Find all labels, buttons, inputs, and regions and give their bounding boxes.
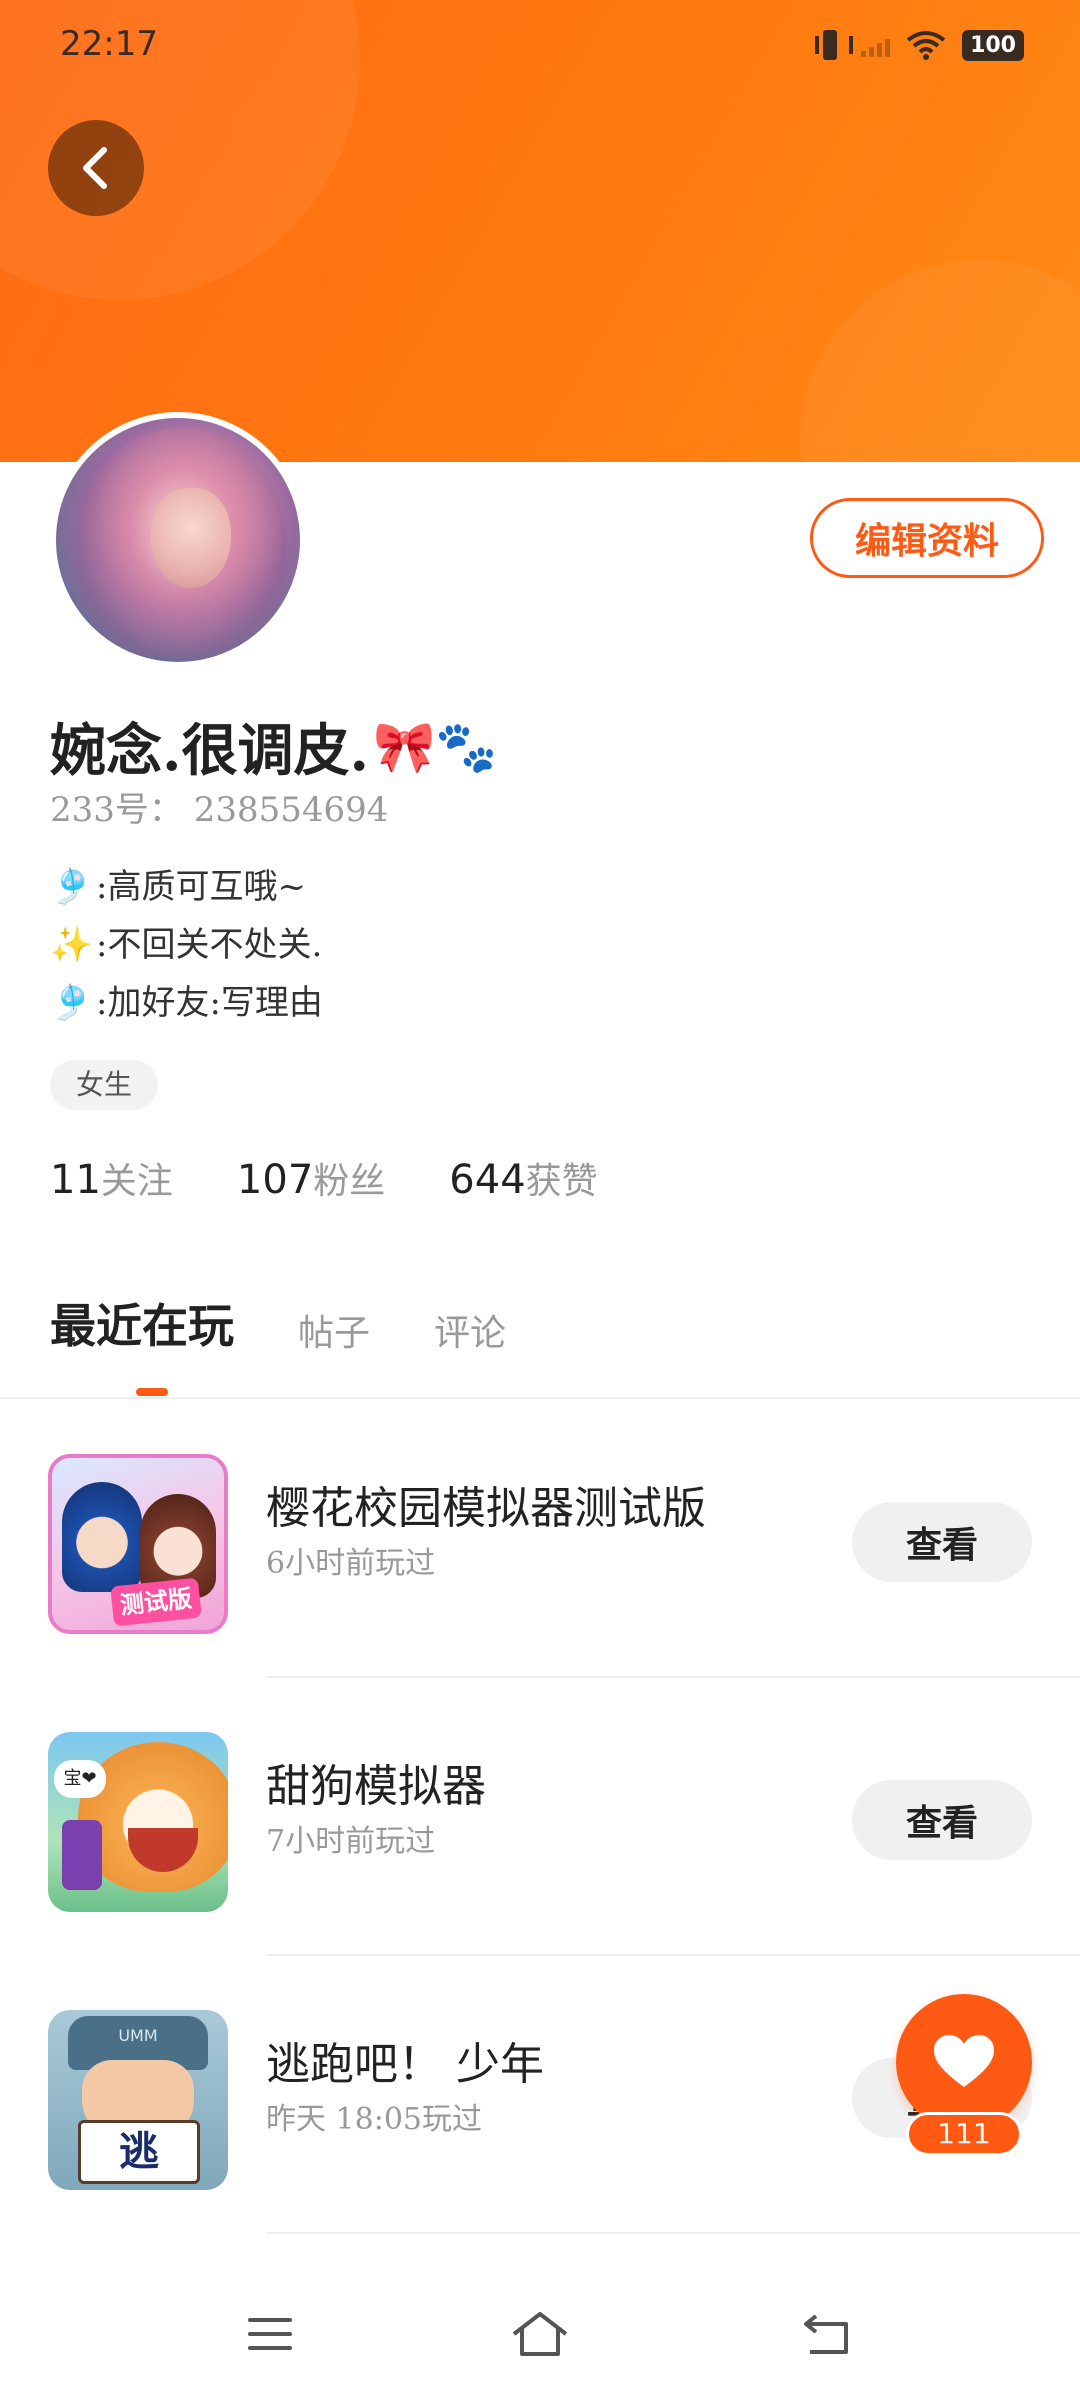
stat-likes[interactable]: 644 获赞 [449, 1152, 597, 1204]
bio-line: ✨ :不回关不处关. [50, 916, 323, 974]
home-icon [512, 2312, 568, 2356]
profile-stats: 11 关注 107 粉丝 644 获赞 [50, 1152, 662, 1204]
bio-text: :加好友:写理由 [96, 983, 323, 1023]
game-icon-badge: 测试版 [110, 1577, 202, 1627]
bio-text: :不回关不处关. [96, 925, 323, 965]
bio: 🎐 :高质可互哦~ ✨ :不回关不处关. 🎐 :加好友:写理由 [50, 858, 323, 1032]
gender-tag: 女生 [50, 1060, 159, 1110]
profile-tabs: 最近在玩 帖子 评论 [50, 1290, 570, 1356]
back-icon [804, 2314, 848, 2354]
signal-icon [861, 33, 891, 57]
wifi-icon [906, 31, 946, 60]
stat-following[interactable]: 11 关注 [50, 1152, 173, 1204]
wind-chime-icon: 🎐 [50, 983, 93, 1023]
heart-icon [934, 2035, 994, 2087]
avatar-face [151, 488, 231, 588]
status-bar: 22:17 100 [0, 0, 1080, 90]
tab-recently-played[interactable]: 最近在玩 [50, 1290, 234, 1356]
menu-icon [248, 2318, 292, 2350]
stat-value: 107 [236, 1157, 314, 1203]
game-icon-badge: 宝❤ [54, 1760, 106, 1798]
bio-text: :高质可互哦~ [96, 867, 306, 907]
wind-chime-icon: 🎐 [50, 867, 93, 907]
game-icon: 测试版 [48, 1454, 228, 1634]
list-item[interactable]: 宝❤ 甜狗模拟器 7小时前玩过 查看 [0, 1678, 1080, 1956]
bio-line: 🎐 :高质可互哦~ [50, 858, 323, 916]
user-id: 233号： 238554694 [50, 790, 389, 830]
stat-value: 11 [50, 1157, 101, 1203]
game-icon: 宝❤ [48, 1732, 228, 1912]
banner-decoration [800, 260, 1080, 462]
bio-line: 🎐 :加好友:写理由 [50, 974, 323, 1032]
stat-label: 关注 [100, 1161, 173, 1202]
nickname: 婉念.很调皮. 🎀🐾 [50, 706, 498, 787]
sparkles-icon: ✨ [50, 925, 93, 965]
game-last-played: 6小时前玩过 [266, 1546, 436, 1581]
stat-value: 644 [449, 1157, 526, 1203]
stat-label: 粉丝 [313, 1161, 386, 1202]
game-art [62, 1482, 142, 1592]
game-title: 樱花校园模拟器测试版 [266, 1483, 706, 1534]
tab-comments[interactable]: 评论 [434, 1304, 506, 1356]
like-count: 111 [906, 2112, 1022, 2156]
status-icons: 100 [815, 28, 1024, 62]
game-icon-badge: 逃 [78, 2120, 200, 2184]
menu-button[interactable] [230, 2294, 310, 2374]
divider [266, 2232, 1080, 2234]
home-button[interactable] [500, 2294, 580, 2374]
system-nav-bar [0, 2264, 1080, 2404]
stat-label: 获赞 [525, 1161, 598, 1202]
back-nav-button[interactable] [786, 2294, 866, 2374]
back-button[interactable] [48, 120, 144, 216]
avatar[interactable] [50, 412, 306, 668]
chevron-left-icon [83, 147, 107, 189]
status-time: 22:17 [60, 24, 158, 64]
divider [0, 1397, 1080, 1399]
game-icon: UMM 逃 [48, 2010, 228, 2190]
view-button[interactable]: 查看 [852, 1502, 1032, 1582]
tab-indicator [136, 1388, 168, 1396]
game-title: 逃跑吧！ 少年 [266, 2039, 544, 2090]
edit-profile-button[interactable]: 编辑资料 [810, 498, 1044, 578]
like-button[interactable] [896, 1994, 1032, 2130]
nickname-emojis: 🎀🐾 [373, 716, 498, 776]
tab-posts[interactable]: 帖子 [298, 1304, 370, 1356]
battery-indicator: 100 [962, 29, 1024, 61]
game-last-played: 昨天 18:05玩过 [266, 2102, 482, 2137]
nickname-text: 婉念.很调皮. [50, 718, 369, 784]
game-art [62, 1820, 102, 1890]
game-title: 甜狗模拟器 [266, 1761, 486, 1812]
list-item[interactable]: 测试版 樱花校园模拟器测试版 6小时前玩过 查看 [0, 1400, 1080, 1678]
view-button[interactable]: 查看 [852, 1780, 1032, 1860]
game-last-played: 7小时前玩过 [266, 1824, 436, 1859]
stat-followers[interactable]: 107 粉丝 [237, 1152, 385, 1204]
vibrate-icon [815, 28, 854, 62]
